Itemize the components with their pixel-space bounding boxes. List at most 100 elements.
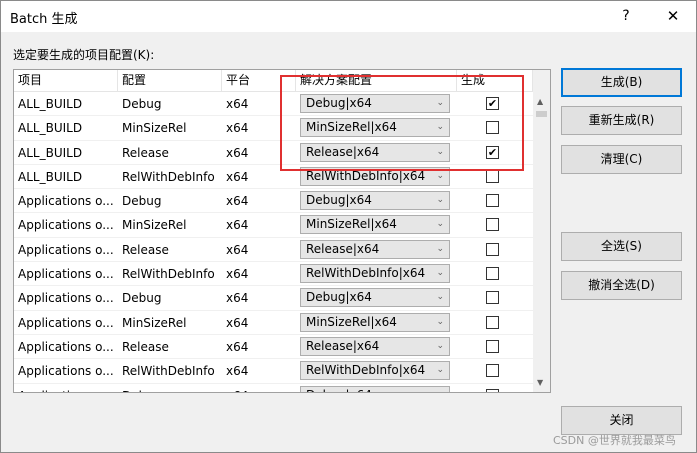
- chevron-down-icon: ⌄: [436, 340, 444, 351]
- solution-config-value: RelWithDebInfo|x64: [306, 168, 426, 183]
- solution-config-select[interactable]: MinSizeRel|x64 ⌄: [300, 215, 450, 235]
- solution-config-value: Release|x64: [306, 338, 380, 353]
- table-row[interactable]: ALL_BUILD RelWithDebInfo x64 RelWithDebInfo…: [14, 165, 533, 190]
- project-cell: ALL_BUILD: [18, 121, 83, 136]
- config-cell: Release: [122, 145, 169, 160]
- build-checkbox[interactable]: [486, 291, 499, 305]
- project-cell: Applications o...: [18, 267, 114, 282]
- chevron-down-icon: ⌄: [436, 146, 444, 157]
- solution-config-value: RelWithDebInfo|x64: [306, 266, 426, 281]
- chevron-down-icon: ⌄: [436, 268, 444, 279]
- scroll-up-icon[interactable]: ▲: [537, 97, 543, 106]
- solution-config-select[interactable]: Release|x64 ⌄: [300, 142, 450, 162]
- watermark: CSDN @世界就我最菜鸟: [553, 434, 676, 447]
- chevron-down-icon: ⌄: [436, 122, 444, 133]
- rebuild-button[interactable]: 重新生成(R): [561, 106, 682, 135]
- deselect-all-button[interactable]: 撤消全选(D): [561, 271, 682, 300]
- solution-config-select[interactable]: Debug|x64 ⌄: [300, 288, 450, 308]
- solution-config-value: Release|x64: [306, 241, 380, 256]
- platform-cell: x64: [226, 97, 249, 111]
- table-row[interactable]: Applications o...Debugx64Debug|x64⌄: [14, 384, 533, 392]
- scroll-thumb[interactable]: [536, 111, 547, 117]
- table-row[interactable]: Applications o... Release x64 Release|x64 ⌄: [14, 238, 533, 263]
- table-row[interactable]: ALL_BUILD Release x64 Release|x64 ⌄ ✔: [14, 141, 533, 165]
- platform-cell: x64: [226, 339, 249, 354]
- table-row[interactable]: Applications o... RelWithDebInfo x64 RelWit…: [14, 359, 533, 384]
- solution-config-select[interactable]: Debug|x64 ⌄: [300, 385, 450, 392]
- window-title: Batch 生成: [10, 12, 78, 27]
- title-bar: Batch 生成 ? ✕: [1, 1, 696, 32]
- config-cell: Debug: [118, 384, 222, 392]
- solution-config-value: MinSizeRel|x64: [306, 314, 397, 329]
- platform-cell: x64: [226, 267, 249, 282]
- table-row[interactable]: Applications o... MinSizeRel x64 MinSizeRel…: [14, 311, 533, 335]
- table-row[interactable]: ALL_BUILD Debug x64 Debug|x64 ⌄ ✔: [14, 92, 533, 117]
- build-checkbox[interactable]: [486, 194, 499, 208]
- platform-cell: x64: [226, 315, 249, 330]
- column-header-config[interactable]: 配置: [118, 70, 222, 91]
- build-button[interactable]: 生成(B): [561, 68, 682, 97]
- solution-config-value: RelWithDebInfo|x64: [306, 363, 426, 378]
- solution-config-select[interactable]: Release|x64 ⌄: [300, 239, 450, 259]
- config-cell: RelWithDebInfo: [122, 267, 215, 282]
- solution-config-select[interactable]: RelWithDebInfo|x64 ⌄: [300, 166, 450, 186]
- build-checkbox[interactable]: [486, 267, 499, 281]
- column-header-solution-config[interactable]: 解决方案配置: [296, 70, 457, 91]
- solution-config-select[interactable]: Debug|x64 ⌄: [300, 94, 450, 113]
- platform-cell: x64: [226, 291, 249, 306]
- close-icon[interactable]: ✕: [650, 1, 696, 32]
- config-cell: MinSizeRel: [122, 218, 187, 233]
- build-checkbox[interactable]: [486, 315, 499, 329]
- solution-config-select[interactable]: RelWithDebInfo|x64 ⌄: [300, 361, 450, 381]
- config-cell: RelWithDebInfo: [122, 169, 215, 184]
- solution-config-select[interactable]: Debug|x64 ⌄: [300, 191, 450, 211]
- column-header-project[interactable]: 项目: [14, 70, 118, 91]
- select-all-button[interactable]: 全选(S): [561, 232, 682, 261]
- solution-config-value: MinSizeRel|x64: [306, 120, 397, 135]
- project-cell: Applications o...: [14, 384, 118, 392]
- chevron-down-icon: ⌄: [436, 292, 444, 303]
- chevron-down-icon: ⌄: [436, 98, 444, 108]
- project-cell: ALL_BUILD: [18, 145, 83, 160]
- platform-cell: x64: [226, 145, 249, 160]
- build-checkbox[interactable]: [486, 242, 499, 256]
- build-checkbox[interactable]: [486, 388, 499, 392]
- table-row[interactable]: ALL_BUILD MinSizeRel x64 MinSizeRel|x64 ⌄: [14, 116, 533, 141]
- project-cell: Applications o...: [18, 315, 114, 330]
- solution-config-select[interactable]: MinSizeRel|x64 ⌄: [300, 312, 450, 332]
- vertical-scrollbar[interactable]: ▲ ▼: [533, 70, 550, 392]
- column-header-platform[interactable]: 平台: [222, 70, 296, 91]
- platform-cell: x64: [226, 242, 249, 257]
- column-header-build[interactable]: 生成: [457, 70, 533, 91]
- help-icon[interactable]: ?: [603, 1, 649, 32]
- platform-cell: x64: [226, 364, 249, 379]
- table-row[interactable]: Applications o... RelWithDebInfo x64 RelWit…: [14, 262, 533, 287]
- build-checkbox[interactable]: ✔: [486, 145, 499, 159]
- build-checkbox[interactable]: [486, 339, 499, 353]
- build-checkbox[interactable]: ✔: [486, 97, 499, 110]
- table-row[interactable]: Applications o... Release x64 Release|x64 ⌄: [14, 335, 533, 360]
- build-checkbox[interactable]: [486, 218, 499, 232]
- chevron-down-icon: ⌄: [436, 195, 444, 206]
- table-row[interactable]: Applications o...Debugx64Debug|x64⌄: [14, 286, 533, 311]
- scroll-down-icon[interactable]: ▼: [537, 378, 543, 387]
- project-cell: ALL_BUILD: [18, 169, 83, 184]
- solution-config-select[interactable]: MinSizeRel|x64 ⌄: [300, 118, 450, 138]
- chevron-down-icon: ⌄: [436, 170, 444, 181]
- project-cell: Applications o...: [18, 291, 114, 306]
- build-checkbox[interactable]: [486, 169, 499, 183]
- config-cell: MinSizeRel: [122, 315, 187, 330]
- table-row[interactable]: Applications o... MinSizeRel x64 MinSizeRel…: [14, 213, 533, 238]
- project-cell: Applications o...: [18, 218, 114, 233]
- build-checkbox[interactable]: [486, 364, 499, 378]
- chevron-down-icon: ⌄: [436, 219, 444, 230]
- clean-button[interactable]: 清理(C): [561, 145, 682, 174]
- close-button[interactable]: 关闭: [561, 406, 682, 435]
- solution-config-select[interactable]: Release|x64 ⌄: [300, 336, 450, 356]
- solution-config-select[interactable]: RelWithDebInfo|x64 ⌄: [300, 264, 450, 284]
- project-config-grid: 项目 配置 平台 解决方案配置 生成 ALL_BUILD Debug x64 Debu…: [13, 69, 551, 393]
- grid-rows: ALL_BUILD Debug x64 Debug|x64 ⌄ ✔ ALL_BUILD Min…: [14, 92, 533, 392]
- solution-config-value: Debug|x64: [306, 388, 372, 392]
- table-row[interactable]: Applications o...Debugx64Debug|x64⌄: [14, 189, 533, 214]
- build-checkbox[interactable]: [486, 121, 499, 135]
